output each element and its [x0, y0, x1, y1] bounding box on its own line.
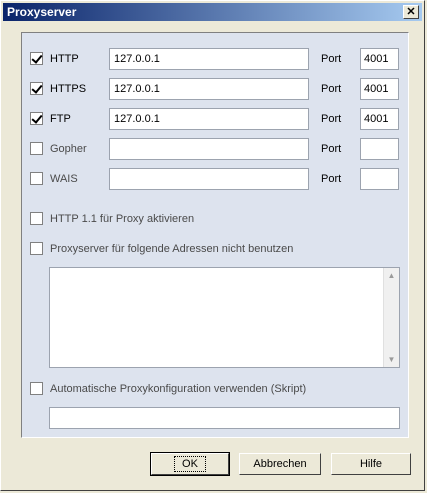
gopher-checkbox[interactable]: [30, 142, 43, 155]
title-bar[interactable]: Proxyserver ✕: [3, 3, 422, 21]
scroll-up-icon[interactable]: ▲: [384, 268, 399, 283]
auto-config-checkbox[interactable]: [30, 382, 43, 395]
https-label: HTTPS: [50, 83, 87, 95]
wais-address-input[interactable]: [109, 168, 309, 190]
auto-config-option: Automatische Proxykonfiguration verwende…: [22, 378, 408, 400]
ok-button-label: OK: [174, 456, 206, 472]
http-address-input[interactable]: 127.0.0.1: [109, 48, 309, 70]
wais-port-input[interactable]: [360, 168, 399, 190]
ftp-checkbox[interactable]: [30, 112, 43, 125]
proxy-row-wais: WAIS Port: [22, 168, 408, 190]
help-button-label: Hilfe: [359, 458, 382, 470]
http-checkbox[interactable]: [30, 52, 43, 65]
gopher-address-input[interactable]: [109, 138, 309, 160]
auto-config-script-input[interactable]: [49, 407, 400, 429]
settings-panel: HTTP 127.0.0.1 Port 4001 HTTPS 127.0.0.1…: [21, 32, 409, 438]
http-port-label: Port: [321, 53, 342, 65]
http-label: HTTP: [50, 53, 79, 65]
scroll-down-icon[interactable]: ▼: [384, 352, 399, 367]
http11-option: HTTP 1.1 für Proxy aktivieren: [22, 208, 408, 230]
gopher-port-label: Port: [321, 143, 342, 155]
ok-button[interactable]: OK: [150, 452, 230, 476]
ftp-address-input[interactable]: 127.0.0.1: [109, 108, 309, 130]
close-button[interactable]: ✕: [403, 5, 419, 19]
bypass-label: Proxyserver für folgende Adressen nicht …: [50, 243, 294, 255]
ftp-port-input[interactable]: 4001: [360, 108, 399, 130]
http11-label: HTTP 1.1 für Proxy aktivieren: [50, 213, 195, 225]
https-checkbox[interactable]: [30, 82, 43, 95]
gopher-port-input[interactable]: [360, 138, 399, 160]
wais-label: WAIS: [50, 173, 78, 185]
https-port-label: Port: [321, 83, 342, 95]
close-icon: ✕: [406, 6, 416, 18]
http-port-input[interactable]: 4001: [360, 48, 399, 70]
cancel-button[interactable]: Abbrechen: [239, 453, 321, 475]
https-port-input[interactable]: 4001: [360, 78, 399, 100]
ftp-label: FTP: [50, 113, 71, 125]
https-address-input[interactable]: 127.0.0.1: [109, 78, 309, 100]
proxy-row-http: HTTP 127.0.0.1 Port 4001: [22, 48, 408, 70]
proxy-row-https: HTTPS 127.0.0.1 Port 4001: [22, 78, 408, 100]
bypass-address-list[interactable]: ▲ ▼: [49, 267, 400, 368]
wais-checkbox[interactable]: [30, 172, 43, 185]
http11-checkbox[interactable]: [30, 212, 43, 225]
bypass-checkbox[interactable]: [30, 242, 43, 255]
auto-config-label: Automatische Proxykonfiguration verwende…: [50, 383, 307, 395]
help-button[interactable]: Hilfe: [331, 453, 411, 475]
bypass-option: Proxyserver für folgende Adressen nicht …: [22, 238, 408, 260]
dialog-title: Proxyserver: [7, 5, 77, 19]
ftp-port-label: Port: [321, 113, 342, 125]
proxy-dialog: Proxyserver ✕ HTTP 127.0.0.1 Port 4001 H…: [0, 0, 425, 491]
proxy-row-gopher: Gopher Port: [22, 138, 408, 160]
proxy-row-ftp: FTP 127.0.0.1 Port 4001: [22, 108, 408, 130]
bypass-list-scrollbar[interactable]: ▲ ▼: [383, 268, 399, 367]
cancel-button-label: Abbrechen: [253, 458, 307, 470]
gopher-label: Gopher: [50, 143, 87, 155]
wais-port-label: Port: [321, 173, 342, 185]
